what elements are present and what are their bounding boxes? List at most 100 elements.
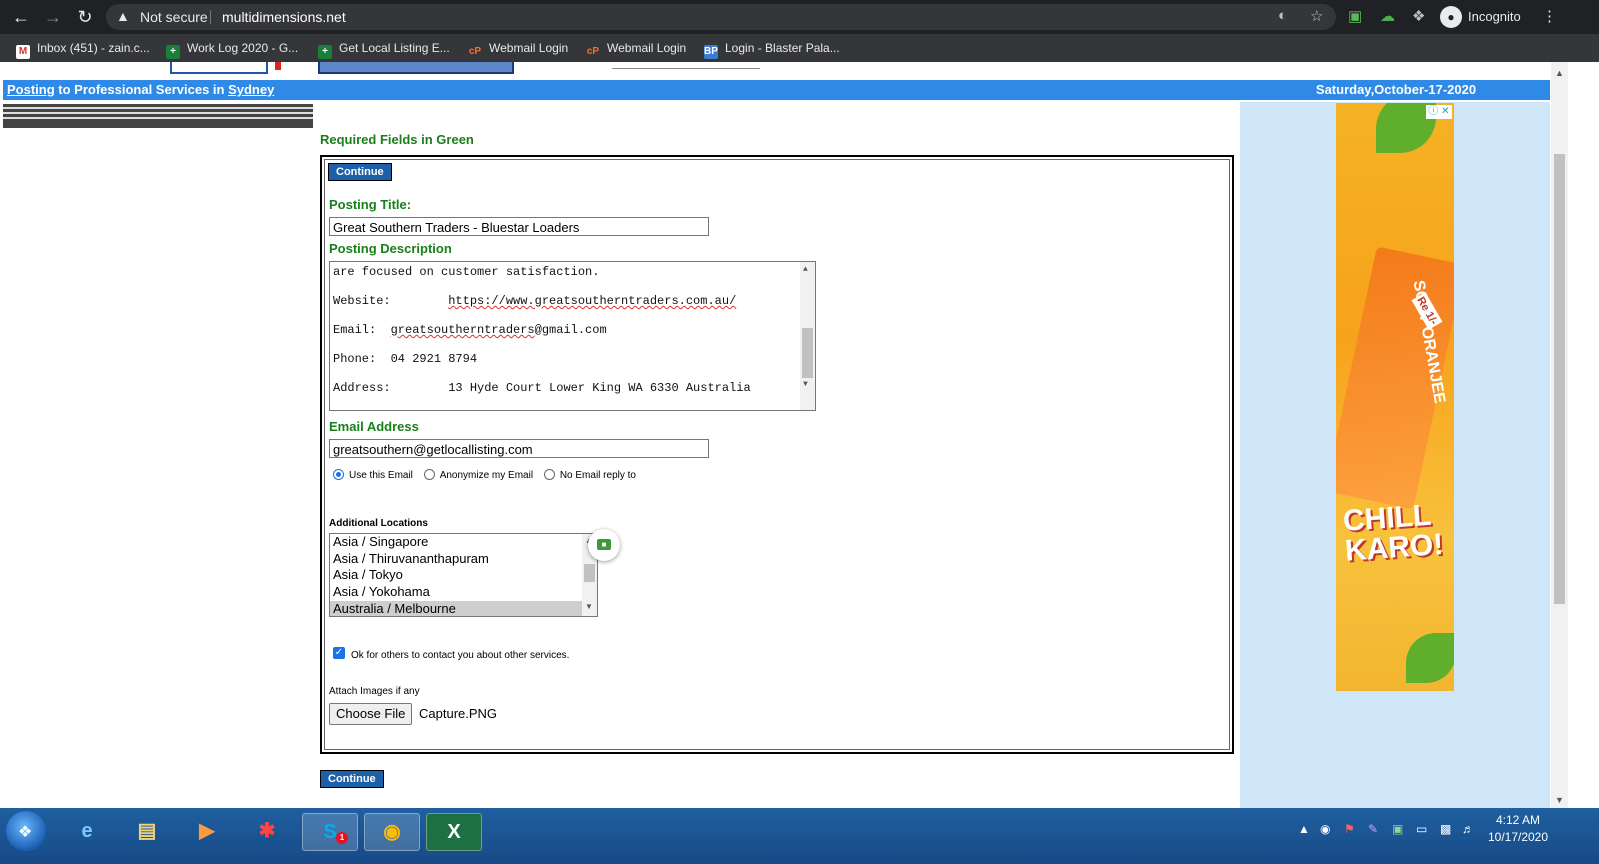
bookmarks-bar: M Inbox (451) - zain.c... + Work Log 2020 … (0, 34, 1599, 62)
posting-title-input[interactable]: Great Southern Traders - Bluestar Loader… (329, 217, 709, 236)
page-scrollbar-thumb[interactable] (1554, 154, 1565, 604)
chrome-icon[interactable]: ◉ (364, 813, 420, 851)
description-line: Website: https://www.greatsoutherntrader… (333, 294, 737, 308)
description-line: Email: greatsoutherntraders@gmail.com (333, 323, 607, 337)
warning-icon: ▲ (116, 8, 130, 24)
contact-ok-label: Ok for others to contact you about other… (351, 650, 570, 661)
scroll-up-icon[interactable]: ▲ (803, 265, 808, 274)
address-bar[interactable]: ▲ Not secure multidimensions.net ◐ ☆ (106, 4, 1336, 30)
main-content: Required Fields in Green Continue Postin… (315, 102, 1238, 808)
radio-use-email[interactable] (333, 469, 344, 480)
tray-device-icon[interactable]: ▭ (1416, 822, 1427, 836)
continue-button-top[interactable]: Continue (328, 163, 392, 181)
ad-close-icon[interactable]: ⓘ ✕ (1426, 105, 1452, 119)
radio-use-email-label: Use this Email (349, 470, 413, 481)
location-option[interactable]: Asia / Singapore (330, 534, 597, 551)
cpanel-icon: cP (468, 46, 482, 57)
skype-badge: 1 (336, 832, 348, 844)
system-clock[interactable]: 4:12 AM 10/17/2020 (1478, 812, 1558, 846)
posting-description-textarea[interactable]: are focused on customer satisfaction. We… (329, 261, 816, 411)
back-icon[interactable]: ← (10, 6, 32, 28)
additional-locations-label: Additional Locations (329, 518, 428, 529)
posting-description-label: Posting Description (329, 241, 452, 256)
signal-icon[interactable]: ▩ (1440, 822, 1451, 836)
profile-label[interactable]: Incognito (1468, 9, 1521, 24)
scroll-up-icon[interactable]: ▲ (1555, 68, 1564, 78)
bookmark-work-log[interactable]: + Work Log 2020 - G... (166, 41, 298, 59)
choose-file-button[interactable]: Choose File (329, 703, 413, 725)
page-viewport: Posting to Professional Services in Sydn… (0, 62, 1551, 808)
radio-no-email[interactable] (543, 469, 555, 480)
bookmark-blaster-palace[interactable]: BP Login - Blaster Pala... (704, 41, 840, 59)
radio-anonymize[interactable] (423, 469, 435, 480)
page-scrollbar[interactable]: ▲ ▼ (1551, 62, 1568, 808)
left-menu-lines (3, 104, 313, 128)
locations-listbox[interactable]: Asia / Singapore Asia / Thiruvananthapur… (329, 533, 598, 617)
browser-toolbar: ← → ↻ ▲ Not secure multidimensions.net ◐… (0, 0, 1599, 34)
breadcrumb-posting-link[interactable]: Posting (7, 82, 55, 97)
advertisement[interactable]: SOFT ORANJEE Re 1/- CHILL KARO! ⓘ ✕ (1336, 103, 1454, 691)
bookmark-webmail-1[interactable]: cP Webmail Login (468, 41, 568, 59)
tray-expand-icon[interactable]: ▲ (1298, 822, 1310, 836)
cpanel-icon: cP (586, 46, 600, 57)
bookmark-webmail-2[interactable]: cP Webmail Login (586, 41, 686, 59)
puzzle-icon[interactable]: ❖ (1412, 7, 1425, 25)
media-player-icon[interactable]: ▶ (180, 813, 234, 849)
bookmark-inbox[interactable]: M Inbox (451) - zain.c... (16, 41, 150, 59)
star-icon[interactable]: ☆ (1310, 7, 1323, 25)
nav-strip[interactable] (318, 62, 514, 74)
contact-ok-checkbox[interactable]: ✓ (333, 647, 345, 659)
url-text[interactable]: multidimensions.net (222, 9, 346, 25)
email-address-input[interactable]: greatsouthern@getlocallisting.com (329, 439, 709, 458)
location-option[interactable]: Asia / Tokyo (330, 567, 597, 584)
app-icon[interactable]: ✱ (240, 813, 294, 849)
location-option[interactable]: Asia / Yokohama (330, 584, 597, 601)
eye-off-icon[interactable]: ◐ (1278, 7, 1287, 24)
location-option-selected[interactable]: Australia / Melbourne (330, 600, 597, 616)
tray-pen-icon[interactable]: ✎ (1368, 822, 1378, 836)
continue-button-bottom[interactable]: Continue (320, 770, 384, 788)
extension-robot-icon[interactable]: ▣ (1348, 7, 1362, 25)
menu-dots-icon[interactable]: ⋮ (1542, 7, 1557, 25)
scrollbar-thumb[interactable] (584, 564, 595, 582)
attach-images-label: Attach Images if any (329, 686, 420, 697)
reload-icon[interactable]: ↻ (74, 6, 96, 28)
ad-tagline: CHILL KARO! (1341, 498, 1445, 568)
scroll-down-icon[interactable]: ▼ (1555, 795, 1564, 805)
windows-taskbar: ❖ e ▤ ▶ ✱ S1 ◉ X ▲ ◉ ⚑ ✎ ▣ ▭ ▩ ♬ 4:12 AM… (0, 808, 1599, 864)
explorer-icon[interactable]: ▤ (120, 813, 174, 849)
tray-app-icon[interactable]: ◉ (1320, 822, 1330, 836)
skype-icon[interactable]: S1 (302, 813, 358, 851)
security-label: Not secure (140, 9, 208, 25)
email-address-label: Email Address (329, 419, 419, 434)
email-options: Use this Email Anonymize my Email No Ema… (333, 469, 636, 481)
extension-cloud-icon[interactable]: ☁ (1380, 7, 1395, 25)
extension-robot-button[interactable]: ■ (588, 529, 620, 561)
start-button[interactable]: ❖ (6, 811, 46, 851)
excel-icon[interactable]: X (426, 813, 482, 851)
gmail-icon: M (16, 45, 30, 59)
ie-icon[interactable]: e (60, 813, 114, 849)
location-option[interactable]: Asia / Thiruvananthapuram (330, 551, 597, 568)
leaf-decoration (1406, 633, 1454, 683)
bookmark-get-local-listing[interactable]: + Get Local Listing E... (318, 41, 450, 59)
clock-time: 4:12 AM (1495, 813, 1541, 827)
tray-flag-icon[interactable]: ⚑ (1344, 822, 1355, 836)
description-line: are focused on customer satisfaction. (333, 265, 600, 279)
breadcrumb: Posting to Professional Services in Sydn… (3, 80, 1242, 100)
scroll-down-icon[interactable]: ▼ (803, 380, 808, 389)
scrollbar-thumb[interactable] (802, 328, 813, 378)
tray-robot-icon[interactable]: ▣ (1392, 822, 1403, 836)
breadcrumb-city-link[interactable]: Sydney (228, 82, 274, 97)
selected-file-name: Capture.PNG (419, 706, 498, 721)
posting-title-label: Posting Title: (329, 197, 412, 212)
forward-icon[interactable]: → (42, 6, 64, 28)
radio-no-email-label: No Email reply to (559, 470, 636, 481)
posting-form: Continue Posting Title: Great Southern T… (320, 155, 1234, 754)
incognito-icon[interactable]: ● (1440, 6, 1462, 28)
description-scrollbar[interactable]: ▲ ▼ (800, 262, 815, 410)
required-note: Required Fields in Green (320, 132, 474, 147)
volume-icon[interactable]: ♬ (1462, 822, 1474, 836)
scroll-down-icon[interactable]: ▼ (585, 602, 593, 611)
description-website: https://www.greatsoutherntraders.com.au/ (448, 294, 737, 308)
